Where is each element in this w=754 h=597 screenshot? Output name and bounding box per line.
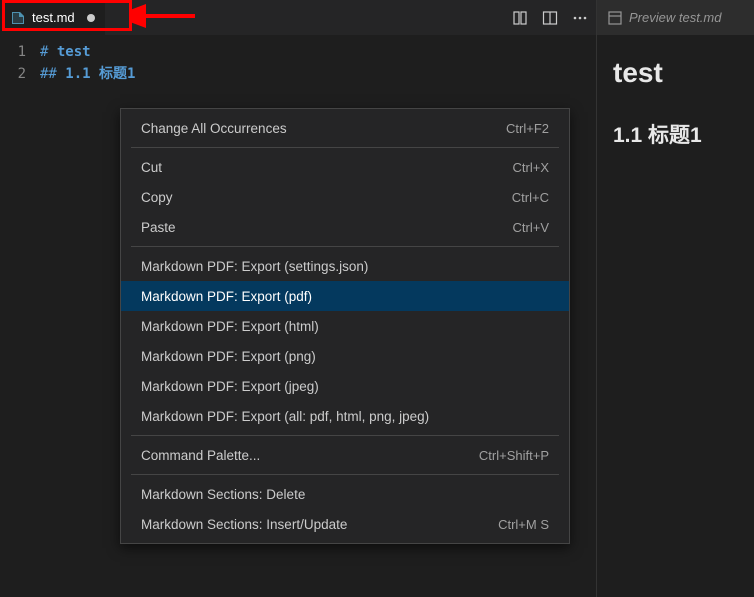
preview-pane: Preview test.md test 1.1 标题1 — [596, 0, 754, 597]
menu-label: Markdown Sections: Delete — [141, 487, 305, 502]
menu-shortcut: Ctrl+X — [513, 160, 549, 175]
menu-label: Markdown PDF: Export (all: pdf, html, pn… — [141, 409, 429, 424]
preview-icon — [607, 10, 623, 26]
menu-shortcut: Ctrl+Shift+P — [479, 448, 549, 463]
line-number: 2 — [0, 63, 26, 85]
preview-tab[interactable]: Preview test.md — [597, 0, 754, 35]
code-area[interactable]: # test ## 1.1 标题1 — [40, 41, 135, 85]
preview-heading-2: 1.1 标题1 — [613, 119, 738, 149]
preview-tab-label: Preview test.md — [629, 10, 721, 25]
tab-actions — [512, 10, 588, 26]
line-number: 1 — [0, 41, 26, 63]
split-editor-icon[interactable] — [542, 10, 558, 26]
menu-export-all[interactable]: Markdown PDF: Export (all: pdf, html, pn… — [121, 401, 569, 431]
menu-label: Markdown PDF: Export (html) — [141, 319, 319, 334]
dirty-indicator — [87, 14, 95, 22]
preview-body: test 1.1 标题1 — [597, 35, 754, 171]
tab-filename: test.md — [32, 10, 75, 25]
file-tab[interactable]: test.md — [0, 0, 105, 35]
menu-shortcut: Ctrl+V — [513, 220, 549, 235]
menu-change-all-occurrences[interactable]: Change All Occurrences Ctrl+F2 — [121, 113, 569, 143]
preview-heading-1: test — [613, 57, 738, 89]
menu-label: Command Palette... — [141, 448, 260, 463]
menu-label: Cut — [141, 160, 162, 175]
editor-body[interactable]: 1 2 # test ## 1.1 标题1 — [0, 35, 596, 85]
editor-pane: test.md 1 2 # test ## — [0, 0, 596, 597]
menu-label: Change All Occurrences — [141, 121, 287, 136]
menu-separator — [131, 435, 559, 436]
menu-label: Markdown PDF: Export (png) — [141, 349, 316, 364]
tab-bar: test.md — [0, 0, 596, 35]
menu-cut[interactable]: Cut Ctrl+X — [121, 152, 569, 182]
menu-paste[interactable]: Paste Ctrl+V — [121, 212, 569, 242]
context-menu: Change All Occurrences Ctrl+F2 Cut Ctrl+… — [120, 108, 570, 544]
menu-label: Paste — [141, 220, 176, 235]
menu-sections-delete[interactable]: Markdown Sections: Delete — [121, 479, 569, 509]
menu-export-pdf[interactable]: Markdown PDF: Export (pdf) — [121, 281, 569, 311]
menu-export-html[interactable]: Markdown PDF: Export (html) — [121, 311, 569, 341]
code-line: ## 1.1 标题1 — [40, 63, 135, 85]
menu-shortcut: Ctrl+C — [512, 190, 549, 205]
menu-label: Copy — [141, 190, 173, 205]
menu-label: Markdown PDF: Export (jpeg) — [141, 379, 319, 394]
menu-separator — [131, 474, 559, 475]
menu-shortcut: Ctrl+F2 — [506, 121, 549, 136]
menu-sections-insert-update[interactable]: Markdown Sections: Insert/Update Ctrl+M … — [121, 509, 569, 539]
menu-shortcut: Ctrl+M S — [498, 517, 549, 532]
menu-label: Markdown PDF: Export (settings.json) — [141, 259, 368, 274]
menu-separator — [131, 147, 559, 148]
menu-separator — [131, 246, 559, 247]
menu-export-png[interactable]: Markdown PDF: Export (png) — [121, 341, 569, 371]
markdown-file-icon — [10, 10, 26, 26]
menu-command-palette[interactable]: Command Palette... Ctrl+Shift+P — [121, 440, 569, 470]
more-actions-icon[interactable] — [572, 10, 588, 26]
code-line: # test — [40, 41, 135, 63]
compare-changes-icon[interactable] — [512, 10, 528, 26]
menu-label: Markdown PDF: Export (pdf) — [141, 289, 312, 304]
menu-label: Markdown Sections: Insert/Update — [141, 517, 347, 532]
line-gutter: 1 2 — [0, 41, 40, 85]
menu-export-jpeg[interactable]: Markdown PDF: Export (jpeg) — [121, 371, 569, 401]
menu-export-settings-json[interactable]: Markdown PDF: Export (settings.json) — [121, 251, 569, 281]
menu-copy[interactable]: Copy Ctrl+C — [121, 182, 569, 212]
